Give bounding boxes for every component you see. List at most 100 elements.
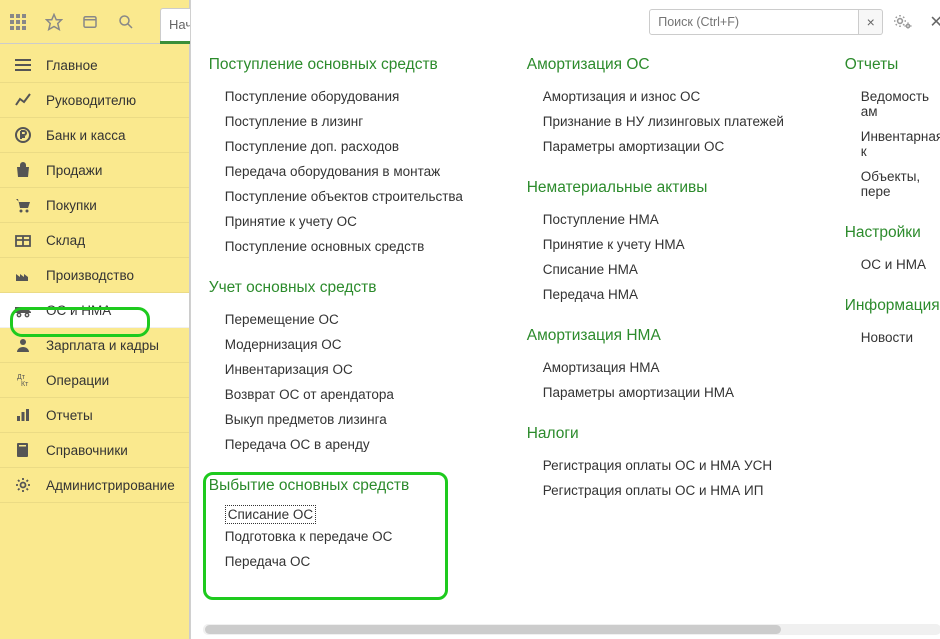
section-link[interactable]: Регистрация оплаты ОС и НМА УСН [527, 453, 807, 478]
section-link[interactable]: Поступление основных средств [209, 234, 489, 259]
section-link[interactable]: Принятие к учету НМА [527, 232, 807, 257]
section-postuplenie-os: Поступление основных средств Поступление… [209, 56, 489, 259]
section-link[interactable]: Передача НМА [527, 282, 807, 307]
nav-label: Покупки [46, 198, 97, 213]
nav-label: Банк и касса [46, 128, 126, 143]
tab-underline [160, 41, 190, 44]
section-otchety: Отчеты Ведомость ам Инвентарная к Объект… [845, 56, 940, 204]
apps-icon[interactable] [8, 12, 28, 32]
person-icon [14, 336, 32, 354]
section-title[interactable]: Поступление основных средств [209, 56, 489, 74]
truck-icon [14, 301, 32, 319]
nav-item-warehouse[interactable]: Склад [0, 223, 189, 258]
nav-label: Справочники [46, 443, 128, 458]
section-link[interactable]: Амортизация и износ ОС [527, 84, 807, 109]
column-2: Амортизация ОС Амортизация и износ ОС Пр… [527, 56, 807, 594]
nav-label: Производство [46, 268, 134, 283]
section-nastroiki: Настройки ОС и НМА [845, 224, 940, 277]
search-box: × [649, 9, 883, 35]
search-clear-button[interactable]: × [859, 9, 883, 35]
section-link[interactable]: Поступление объектов строительства [209, 184, 489, 209]
section-link[interactable]: Инвентаризация ОС [209, 357, 489, 382]
section-amort-nma: Амортизация НМА Амортизация НМА Параметр… [527, 327, 807, 405]
nav-item-references[interactable]: Справочники [0, 433, 189, 468]
column-1: Поступление основных средств Поступление… [209, 56, 489, 594]
nav-label: Продажи [46, 163, 102, 178]
nav-item-manager[interactable]: Руководителю [0, 83, 189, 118]
report-icon [14, 406, 32, 424]
svg-text:Кт: Кт [21, 381, 29, 388]
nav-item-operations[interactable]: ДтКтОперации [0, 363, 189, 398]
nav-item-admin[interactable]: Администрирование [0, 468, 189, 503]
horizontal-scrollbar[interactable] [203, 624, 940, 635]
section-link[interactable]: Параметры амортизации НМА [527, 380, 807, 405]
nav-label: Отчеты [46, 408, 93, 423]
close-button[interactable]: ✕ [923, 9, 940, 35]
section-vybytie-os: Выбытие основных средств Списание ОС Под… [209, 477, 489, 574]
section-link[interactable]: Поступление доп. расходов [209, 134, 489, 159]
nav-item-os-nma[interactable]: ОС и НМА [0, 293, 189, 328]
nav-item-main[interactable]: Главное [0, 48, 189, 83]
section-link[interactable]: Ведомость ам [845, 84, 940, 124]
section-title[interactable]: Настройки [845, 224, 940, 242]
section-link[interactable]: Поступление оборудования [209, 84, 489, 109]
bag-icon [14, 161, 32, 179]
history-icon[interactable] [80, 12, 100, 32]
settings-button[interactable] [889, 9, 917, 35]
section-link[interactable]: Поступление в лизинг [209, 109, 489, 134]
search-input[interactable] [649, 9, 859, 35]
section-link[interactable]: Инвентарная к [845, 124, 940, 164]
section-title[interactable]: Нематериальные активы [527, 179, 807, 197]
section-link[interactable]: Передача ОС в аренду [209, 432, 489, 457]
nav-label: Склад [46, 233, 85, 248]
section-link[interactable]: Новости [845, 325, 940, 350]
column-3: Отчеты Ведомость ам Инвентарная к Объект… [845, 56, 940, 594]
nav-label: Операции [46, 373, 109, 388]
nav-item-sales[interactable]: Продажи [0, 153, 189, 188]
section-link[interactable]: Поступление НМА [527, 207, 807, 232]
section-link[interactable]: Возврат ОС от арендатора [209, 382, 489, 407]
star-icon[interactable] [44, 12, 64, 32]
nav-item-purchases[interactable]: Покупки [0, 188, 189, 223]
search-icon[interactable] [116, 12, 136, 32]
scroll-thumb[interactable] [205, 625, 781, 634]
section-link[interactable]: Передача ОС [209, 549, 489, 574]
section-title[interactable]: Выбытие основных средств [209, 477, 489, 495]
book-icon [14, 441, 32, 459]
menu-icon [14, 56, 32, 74]
section-link[interactable]: Принятие к учету ОС [209, 209, 489, 234]
nav-item-production[interactable]: Производство [0, 258, 189, 293]
panel-header: × ✕ [191, 0, 940, 44]
nav-list: Главное Руководителю Банк и касса Продаж… [0, 44, 189, 503]
section-link[interactable]: Подготовка к передаче ОС [209, 524, 489, 549]
ruble-icon [14, 126, 32, 144]
section-link[interactable]: Амортизация НМА [527, 355, 807, 380]
nav-item-salary[interactable]: Зарплата и кадры [0, 328, 189, 363]
factory-icon [14, 266, 32, 284]
nav-label: Руководителю [46, 93, 136, 108]
box-icon [14, 231, 32, 249]
chart-icon [14, 91, 32, 109]
section-title[interactable]: Амортизация ОС [527, 56, 807, 74]
section-title[interactable]: Налоги [527, 425, 807, 443]
section-link[interactable]: Списание НМА [527, 257, 807, 282]
section-uchet-os: Учет основных средств Перемещение ОС Мод… [209, 279, 489, 457]
section-link[interactable]: Регистрация оплаты ОС и НМА ИП [527, 478, 807, 503]
nav-item-reports[interactable]: Отчеты [0, 398, 189, 433]
section-link[interactable]: Объекты, пере [845, 164, 940, 204]
nav-label: Администрирование [46, 478, 175, 493]
section-title[interactable]: Амортизация НМА [527, 327, 807, 345]
section-title[interactable]: Отчеты [845, 56, 940, 74]
section-link[interactable]: Выкуп предметов лизинга [209, 407, 489, 432]
section-title[interactable]: Учет основных средств [209, 279, 489, 297]
sidebar: Главное Руководителю Банк и касса Продаж… [0, 0, 190, 639]
nav-item-bank[interactable]: Банк и касса [0, 118, 189, 153]
section-link[interactable]: Передача оборудования в монтаж [209, 159, 489, 184]
section-link[interactable]: Признание в НУ лизинговых платежей [527, 109, 807, 134]
section-link[interactable]: Модернизация ОС [209, 332, 489, 357]
section-link[interactable]: Параметры амортизации ОС [527, 134, 807, 159]
section-title[interactable]: Информация [845, 297, 940, 315]
section-link-spisanie[interactable]: Списание ОС [225, 505, 316, 524]
section-link[interactable]: ОС и НМА [845, 252, 940, 277]
section-link[interactable]: Перемещение ОС [209, 307, 489, 332]
